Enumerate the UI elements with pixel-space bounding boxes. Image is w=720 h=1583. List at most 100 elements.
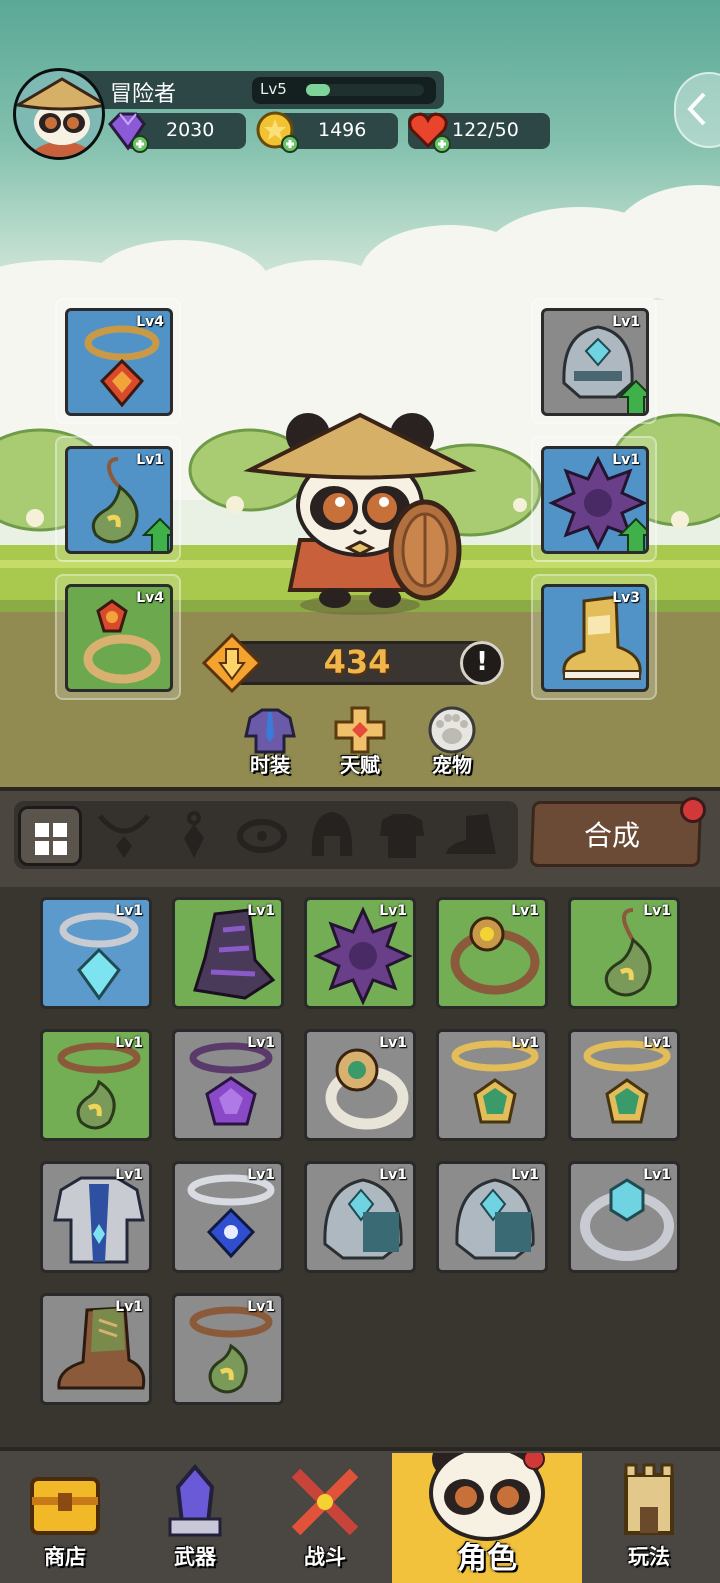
nav-battle[interactable]: 战斗 [260,1453,390,1583]
side-menu-tab[interactable] [674,72,720,148]
slot-level: Lv1 [612,314,640,330]
upgrade-arrow-icon [141,517,170,551]
combat-power-value: 434 [323,643,391,681]
inventory-item[interactable]: Lv1 [172,1293,284,1405]
item-level: Lv1 [247,1299,275,1315]
item-level: Lv1 [115,903,143,919]
slot-ring-tile: Lv4 [65,584,173,692]
gems-value: 2030 [166,119,215,141]
inventory-item[interactable]: Lv1 [568,897,680,1009]
player-avatar[interactable] [13,68,105,160]
exp-progress-bar [306,84,424,96]
item-level: Lv1 [115,1299,143,1315]
slot-level: Lv4 [136,314,164,330]
amulet-icon [184,811,204,858]
item-level: Lv1 [115,1035,143,1051]
item-level: Lv1 [247,1035,275,1051]
inventory-item[interactable]: Lv1 [40,1029,152,1141]
nav-gameplay-label: 玩法 [628,1545,670,1569]
item-level: Lv1 [247,903,275,919]
gold-coin-icon[interactable] [254,108,300,154]
diamond-arrow-icon [687,92,706,126]
item-level: Lv1 [511,1167,539,1183]
equip-slot-armor[interactable]: Lv1 [531,436,657,562]
slot-level: Lv3 [612,590,640,606]
item-level: Lv1 [379,903,407,919]
nav-character-label: 角色 [457,1541,517,1576]
inventory-item[interactable]: Lv1 [436,1029,548,1141]
filter-tab-necklace[interactable] [92,806,156,866]
item-level: Lv1 [115,1167,143,1183]
ring-icon [237,819,287,853]
costume-icon [244,708,296,754]
heart-icon[interactable] [406,108,452,154]
inventory-item[interactable]: Lv1 [40,897,152,1009]
grid-icon [35,823,67,855]
item-level: Lv1 [379,1035,407,1051]
equip-slot-amulet[interactable]: Lv1 [55,436,181,562]
inventory-item[interactable]: Lv1 [40,1293,152,1405]
power-diamond-icon [202,633,262,693]
exp-progress-fill [306,84,330,96]
item-level: Lv1 [643,1167,671,1183]
power-info-button[interactable]: ! [460,641,504,685]
slot-helmet-tile: Lv1 [541,308,649,416]
filter-tab-armor[interactable] [370,806,434,866]
slot-amulet-tile: Lv1 [65,446,173,554]
pet-button[interactable]: 宠物 [410,706,494,778]
armor-icon [380,814,424,858]
inventory-item[interactable]: Lv1 [436,1161,548,1273]
slot-level: Lv1 [612,452,640,468]
fashion-button[interactable]: 时装 [228,706,312,778]
fashion-label: 时装 [250,753,290,777]
player-name: 冒险者 [110,82,177,107]
nav-character[interactable]: 角色 [392,1453,582,1583]
coins-value: 1496 [318,119,367,141]
equip-slot-boots[interactable]: Lv3 [531,574,657,700]
inventory-item[interactable]: Lv1 [304,1161,416,1273]
nav-weapon-label: 武器 [174,1545,216,1569]
inventory-item[interactable]: Lv1 [172,1161,284,1273]
pet-label: 宠物 [432,753,472,777]
filter-tab-helmet[interactable] [300,806,364,866]
item-level: Lv1 [379,1167,407,1183]
inventory-item[interactable]: Lv1 [172,897,284,1009]
filter-tab-boots[interactable] [440,806,504,866]
craft-label: 合成 [583,819,640,852]
boots-icon [446,814,496,854]
slot-armor-tile: Lv1 [541,446,649,554]
inventory-item[interactable]: Lv1 [304,1029,416,1141]
player-level: Lv5 [260,80,287,98]
item-level: Lv1 [511,1035,539,1051]
inventory-item[interactable]: Lv1 [436,897,548,1009]
equip-slot-necklace[interactable]: Lv4 [55,298,181,424]
inventory-item[interactable]: Lv1 [568,1161,680,1273]
nav-battle-label: 战斗 [304,1545,346,1569]
item-level: Lv1 [643,1035,671,1051]
equip-slot-helmet[interactable]: Lv1 [531,298,657,424]
slot-boots-tile: Lv3 [541,584,649,692]
inventory-item[interactable]: Lv1 [568,1029,680,1141]
inventory-item[interactable]: Lv1 [304,897,416,1009]
filter-tab-ring[interactable] [230,806,294,866]
stamina-value: 122/50 [452,119,519,141]
talent-label: 天赋 [340,753,380,777]
item-level: Lv1 [511,903,539,919]
filter-tab-amulet[interactable] [162,806,226,866]
talent-cross-icon [334,706,386,754]
slot-level: Lv4 [136,590,164,606]
item-level: Lv1 [643,903,671,919]
necklace-icon [98,814,150,858]
paw-print-icon [428,706,476,754]
talent-button[interactable]: 天赋 [318,706,402,778]
nav-gameplay[interactable]: 玩法 [584,1453,714,1583]
filter-tab-all[interactable] [18,806,82,866]
nav-weapon[interactable]: 武器 [130,1453,260,1583]
nav-shop[interactable]: 商店 [0,1453,130,1583]
inventory-item[interactable]: Lv1 [40,1161,152,1273]
inventory-item[interactable]: Lv1 [172,1029,284,1141]
purple-gem-icon[interactable] [104,108,150,154]
nav-shop-label: 商店 [44,1545,86,1569]
notification-dot [680,797,706,823]
equip-slot-ring[interactable]: Lv4 [55,574,181,700]
